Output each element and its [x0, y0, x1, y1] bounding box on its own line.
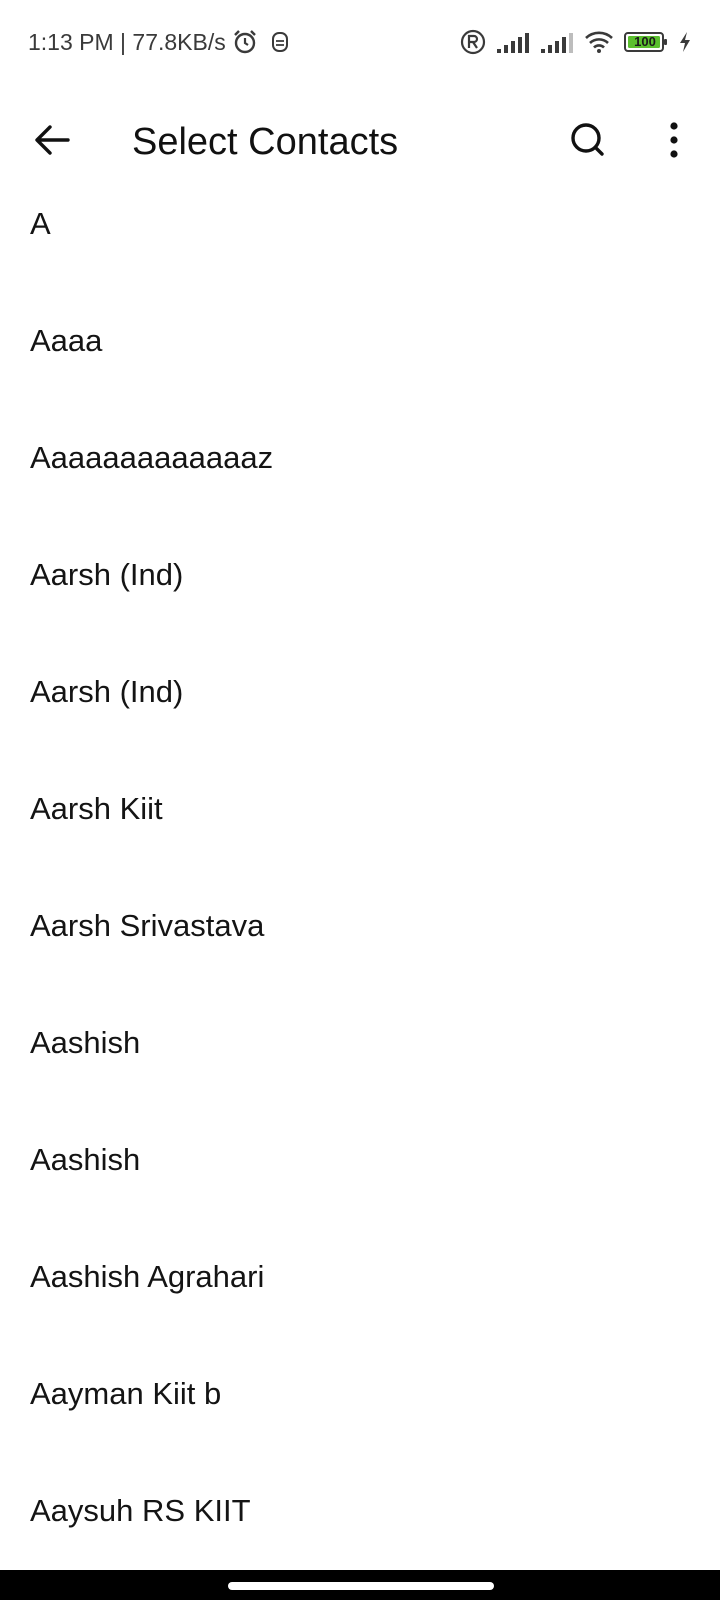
contact-item[interactable]: Aarsh Kiit [0, 750, 720, 867]
back-button[interactable] [26, 116, 78, 168]
signal-icon-1 [496, 30, 530, 54]
contact-item[interactable]: A [0, 165, 720, 282]
search-icon [568, 120, 608, 165]
contact-item[interactable]: Aayman Kiit b [0, 1335, 720, 1452]
contact-item[interactable]: Aarsh (Ind) [0, 633, 720, 750]
more-vertical-icon [669, 121, 679, 163]
contact-item[interactable]: Aarsh Srivastava [0, 867, 720, 984]
contact-item[interactable]: Aaaaaaaaaaaaaz [0, 399, 720, 516]
contact-item[interactable]: Aarsh (Ind) [0, 516, 720, 633]
more-options-button[interactable] [650, 114, 698, 170]
contact-item[interactable]: Aashish Agrahari [0, 1218, 720, 1335]
signal-icon-2 [540, 30, 574, 54]
status-left: 1:13 PM | 77.8KB/s [28, 29, 290, 56]
status-bar: 1:13 PM | 77.8KB/s 100 [0, 0, 720, 84]
notification-icon [270, 30, 290, 54]
battery-level: 100 [634, 34, 656, 49]
navigation-bar [0, 1570, 720, 1600]
search-button[interactable] [560, 114, 616, 170]
status-time-speed: 1:13 PM | 77.8KB/s [28, 28, 226, 55]
contact-item[interactable]: Aaysuh RS KIIT [0, 1452, 720, 1569]
arrow-left-icon [34, 124, 70, 161]
contact-item[interactable]: Aaaa [0, 282, 720, 399]
home-gesture-handle[interactable] [228, 1582, 494, 1590]
status-right: 100 [460, 29, 692, 55]
alarm-icon [232, 29, 258, 55]
battery-icon: 100 [624, 30, 668, 54]
contact-list: A Aaaa Aaaaaaaaaaaaaz Aarsh (Ind) Aarsh … [0, 165, 720, 1569]
registered-icon [460, 29, 486, 55]
contact-item[interactable]: Aashish [0, 1101, 720, 1218]
contact-item[interactable]: Aashish [0, 984, 720, 1101]
wifi-icon [584, 30, 614, 54]
charging-icon [678, 31, 692, 53]
